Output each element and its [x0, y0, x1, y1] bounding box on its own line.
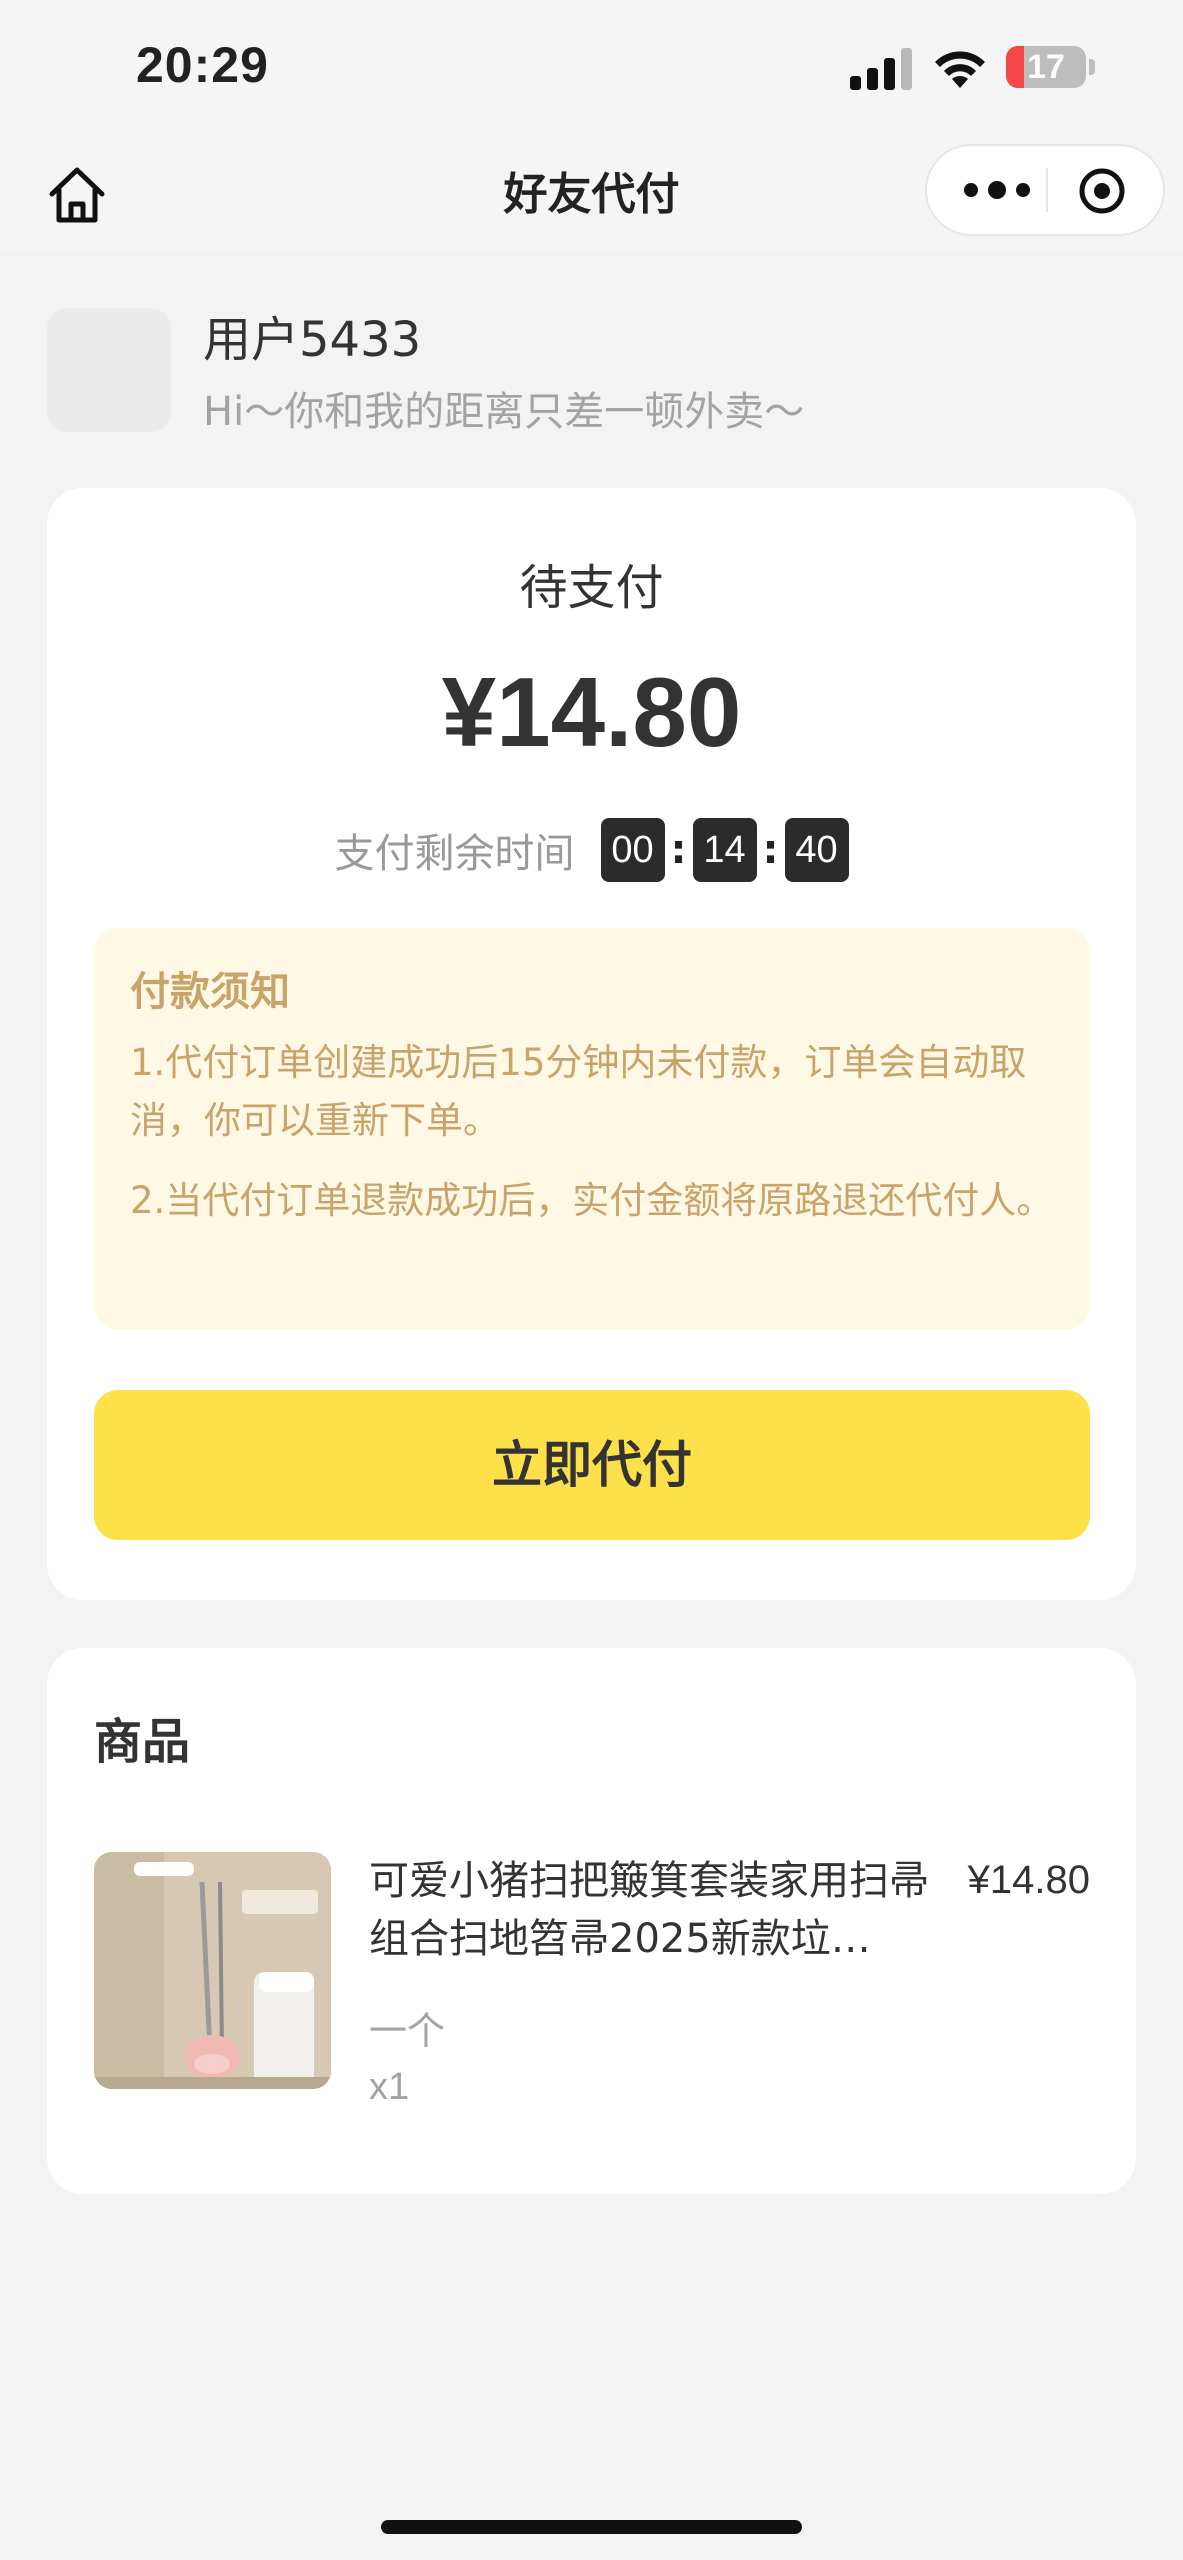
goods-card: 商品 可爱小猪扫把簸箕套装家用扫帚组合扫地笤帚2025新款垃… ¥14.80 一…: [47, 1648, 1136, 2194]
wifi-icon: [935, 51, 985, 88]
countdown-minutes: 14: [692, 818, 757, 882]
cellular-signal-icon: [850, 44, 914, 90]
product-quantity: x1: [369, 2066, 410, 2108]
countdown-hours: 00: [600, 818, 665, 882]
product-price: ¥14.80: [967, 1858, 1090, 1902]
battery-level: 17: [1027, 48, 1065, 86]
nav-bar: 好友代付: [0, 140, 1183, 252]
status-bar: 20:29 17: [0, 0, 1183, 140]
payment-notice: 付款须知 1.代付订单创建成功后15分钟内未付款，订单会自动取消，你可以重新下单…: [94, 928, 1090, 1330]
payment-card: 待支付 ¥14.80 支付剩余时间 00:14:40 付款须知 1.代付订单创建成…: [47, 488, 1136, 1600]
user-name: 用户5433: [203, 312, 422, 368]
countdown-timer: 支付剩余时间 00:14:40: [47, 818, 1136, 882]
notice-title: 付款须知: [130, 969, 290, 1015]
goods-item[interactable]: 可爱小猪扫把簸箕套装家用扫帚组合扫地笤帚2025新款垃… ¥14.80 一个 x…: [94, 1852, 1090, 2108]
product-name: 可爱小猪扫把簸箕套装家用扫帚组合扫地笤帚2025新款垃…: [369, 1858, 929, 1962]
payment-amount: ¥14.80: [441, 657, 742, 767]
product-image: [94, 1852, 331, 2089]
close-mini-program-icon[interactable]: [1077, 166, 1127, 216]
countdown-seconds: 40: [784, 818, 849, 882]
mini-program-capsule: [925, 144, 1165, 236]
status-time: 20:29: [136, 37, 269, 93]
product-spec: 一个: [369, 2009, 446, 2053]
user-info: 用户5433 Hi～你和我的距离只差一顿外卖～: [47, 308, 1147, 435]
home-indicator[interactable]: [381, 2520, 802, 2534]
more-icon[interactable]: [957, 146, 1037, 234]
pay-now-button[interactable]: 立即代付: [94, 1390, 1090, 1540]
countdown-label: 支付剩余时间: [334, 831, 575, 877]
goods-heading: 商品: [94, 1714, 191, 1770]
notice-item: 1.代付订单创建成功后15分钟内未付款，订单会自动取消，你可以重新下单。: [130, 1041, 1027, 1142]
payment-status: 待支付: [519, 560, 664, 616]
user-greeting: Hi～你和我的距离只差一顿外卖～: [203, 389, 805, 435]
notice-item: 2.当代付订单退款成功后，实付金额将原路退还代付人。: [130, 1179, 1054, 1222]
battery-icon: 17: [1006, 46, 1086, 88]
avatar: [47, 308, 171, 432]
